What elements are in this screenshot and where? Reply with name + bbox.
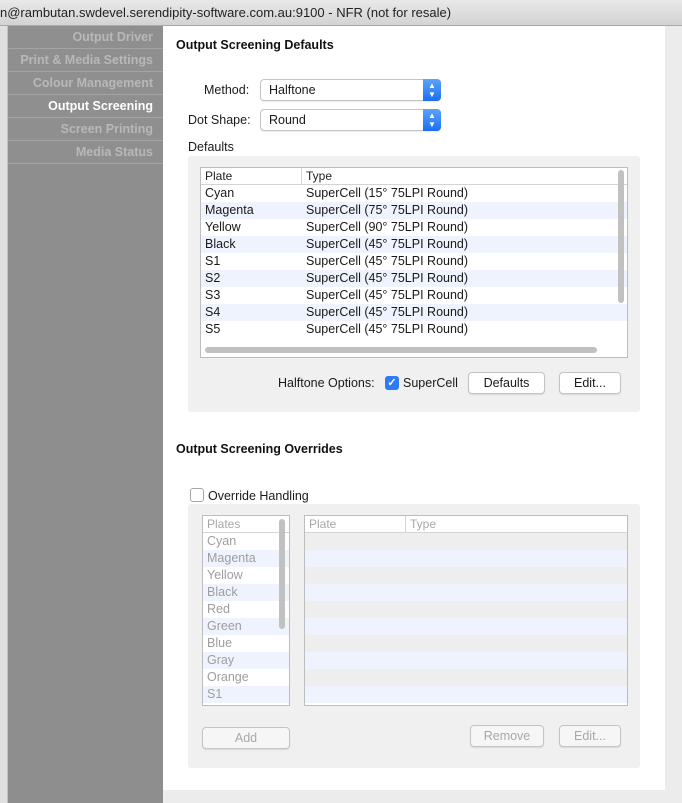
table-row[interactable]: Cyan SuperCell (15° 75LPI Round) — [201, 185, 627, 202]
overrides-table[interactable]: Plate Type — [304, 515, 628, 706]
defaults-vertical-scrollbar[interactable] — [618, 170, 624, 303]
halftone-options-label: Halftone Options: — [278, 376, 375, 390]
overrides-section-title: Output Screening Overrides — [176, 442, 343, 456]
table-row — [305, 533, 627, 550]
method-label: Method: — [204, 83, 250, 97]
type-cell: SuperCell (75° 75LPI Round) — [306, 203, 469, 217]
list-item[interactable]: Blue — [203, 635, 289, 652]
defaults-table-body: Cyan SuperCell (15° 75LPI Round) Magenta Su… — [201, 185, 627, 338]
sidebar-item-screen-printing[interactable]: Screen Printing — [8, 118, 163, 141]
table-row — [305, 601, 627, 618]
list-item[interactable]: Orange — [203, 669, 289, 686]
add-button[interactable]: Add — [202, 727, 290, 749]
plate-cell: Cyan — [205, 186, 235, 200]
plate-cell: Black — [205, 237, 236, 251]
table-row — [305, 618, 627, 635]
column-header-plate: Plate — [309, 517, 337, 531]
table-row — [305, 567, 627, 584]
overrides-table-header: Plate Type — [305, 516, 627, 533]
table-row[interactable]: S4 SuperCell (45° 75LPI Round) — [201, 304, 627, 321]
defaults-table-header: Plate Type — [201, 168, 627, 185]
dot-shape-label: Dot Shape: — [188, 113, 251, 127]
method-value: Halftone — [269, 83, 316, 97]
dot-shape-select[interactable]: Round ▲ ▼ — [260, 109, 441, 131]
window-edge — [665, 26, 682, 803]
list-item[interactable]: Black — [203, 584, 289, 601]
table-row — [305, 669, 627, 686]
table-row[interactable]: Black SuperCell (45° 75LPI Round) — [201, 236, 627, 253]
list-item[interactable]: Yellow — [203, 567, 289, 584]
type-cell: SuperCell (45° 75LPI Round) — [306, 237, 469, 251]
plate-cell: S2 — [205, 271, 221, 285]
plates-list-header: Plates — [203, 516, 289, 533]
sidebar-item-colour-management[interactable]: Colour Management — [8, 72, 163, 95]
edit-button[interactable]: Edit... — [559, 372, 621, 394]
column-header-plate[interactable]: Plate — [201, 168, 301, 184]
select-stepper-icon: ▲ ▼ — [423, 109, 441, 131]
type-cell: SuperCell (45° 75LPI Round) — [306, 254, 469, 268]
table-row[interactable]: S2 SuperCell (45° 75LPI Round) — [201, 270, 627, 287]
column-header-plates: Plates — [207, 517, 241, 531]
override-handling-label: Override Handling — [208, 489, 309, 503]
window-title-bar: n@rambutan.swdevel.serendipity-software.… — [0, 0, 682, 26]
overrides-table-body — [305, 533, 627, 703]
list-item[interactable]: Red — [203, 601, 289, 618]
type-cell: SuperCell (45° 75LPI Round) — [306, 271, 469, 285]
table-row[interactable]: Magenta SuperCell (75° 75LPI Round) — [201, 202, 627, 219]
sidebar-item-print-media-settings[interactable]: Print & Media Settings — [8, 49, 163, 72]
table-row[interactable]: S5 SuperCell (45° 75LPI Round) — [201, 321, 627, 338]
list-item[interactable]: S1 — [203, 686, 289, 703]
table-row[interactable]: Yellow SuperCell (90° 75LPI Round) — [201, 219, 627, 236]
list-item[interactable]: Cyan — [203, 533, 289, 550]
defaults-table[interactable]: Plate Type Cyan SuperCell (15° 75LPI Roun… — [200, 167, 628, 358]
select-stepper-icon: ▲ ▼ — [423, 79, 441, 101]
override-edit-button[interactable]: Edit... — [559, 725, 621, 747]
type-cell: SuperCell (45° 75LPI Round) — [306, 322, 469, 336]
window-footer — [163, 790, 665, 803]
defaults-horizontal-scrollbar[interactable] — [205, 347, 597, 353]
sidebar-edge — [0, 26, 8, 803]
table-row[interactable]: S1 SuperCell (45° 75LPI Round) — [201, 253, 627, 270]
table-row[interactable]: S3 SuperCell (45° 75LPI Round) — [201, 287, 627, 304]
plate-cell: Yellow — [205, 220, 241, 234]
plate-cell: S3 — [205, 288, 221, 302]
list-item[interactable]: Green — [203, 618, 289, 635]
table-row — [305, 550, 627, 567]
method-select[interactable]: Halftone ▲ ▼ — [260, 79, 441, 101]
main-panel: Output Screening Defaults Method: Halfto… — [163, 26, 665, 790]
override-handling-checkbox[interactable] — [190, 488, 204, 502]
dot-shape-value: Round — [269, 113, 306, 127]
defaults-label: Defaults — [188, 140, 234, 154]
remove-button[interactable]: Remove — [470, 725, 544, 747]
sidebar-item-output-screening[interactable]: Output Screening — [8, 95, 163, 118]
defaults-button[interactable]: Defaults — [468, 372, 545, 394]
table-row — [305, 635, 627, 652]
plate-cell: S4 — [205, 305, 221, 319]
plates-list-body: Cyan Magenta Yellow Black Red Green Blue Gray Or… — [203, 533, 289, 703]
type-cell: SuperCell (45° 75LPI Round) — [306, 288, 469, 302]
table-row — [305, 652, 627, 669]
table-row — [305, 584, 627, 601]
plates-list[interactable]: Plates Cyan Magenta Yellow Black Red Green Blu… — [202, 515, 290, 706]
defaults-section-title: Output Screening Defaults — [176, 38, 334, 52]
column-header-type[interactable]: Type — [301, 168, 613, 184]
plate-cell: Magenta — [205, 203, 254, 217]
type-cell: SuperCell (90° 75LPI Round) — [306, 220, 469, 234]
plate-cell: S1 — [205, 254, 221, 268]
type-cell: SuperCell (15° 75LPI Round) — [306, 186, 469, 200]
sidebar-item-media-status[interactable]: Media Status — [8, 141, 163, 164]
sidebar-item-output-driver[interactable]: Output Driver — [8, 26, 163, 49]
list-item[interactable]: Magenta — [203, 550, 289, 567]
window-title: n@rambutan.swdevel.serendipity-software.… — [0, 5, 452, 20]
type-cell: SuperCell (45° 75LPI Round) — [306, 305, 469, 319]
table-row — [305, 686, 627, 703]
supercell-checkbox[interactable]: ✓ — [385, 376, 399, 390]
column-header-type: Type — [405, 516, 627, 532]
list-item[interactable]: Gray — [203, 652, 289, 669]
sidebar-nav: Output Driver Print & Media Settings Col… — [8, 26, 163, 803]
plates-vertical-scrollbar[interactable] — [279, 519, 285, 629]
supercell-label: SuperCell — [403, 376, 458, 390]
plate-cell: S5 — [205, 322, 221, 336]
